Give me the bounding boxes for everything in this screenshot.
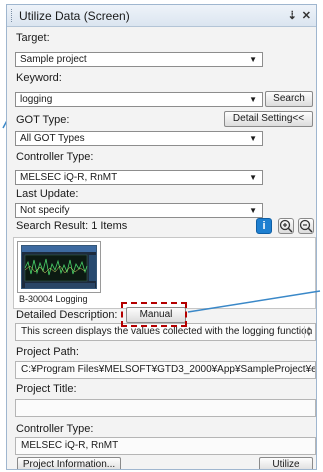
last-update-value: Not specify [20,205,70,216]
controller-type-info-field: MELSEC iQ-R, RnMT [15,437,316,455]
info-icon[interactable]: i [256,218,272,234]
scroll-spinner-icon[interactable]: ▲ ▼ [304,326,313,338]
panel-title: Utilize Data (Screen) [19,9,130,23]
last-update-select[interactable]: Not specify ▼ [15,203,263,218]
dropdown-arrow-icon: ▼ [249,55,257,64]
got-type-value: All GOT Types [20,133,85,144]
project-path-value: C:¥Program Files¥MELSOFT¥GTD3_2000¥App¥S… [21,364,315,375]
controller-type-select[interactable]: MELSEC iQ-R, RnMT ▼ [15,170,263,185]
dropdown-arrow-icon: ▼ [249,173,257,182]
project-title-field [15,399,316,417]
project-information-button[interactable]: Project Information... [17,457,121,469]
project-path-label: Project Path: [16,346,79,358]
close-icon[interactable]: ✕ [302,10,311,22]
drag-grip-icon[interactable] [11,9,14,22]
zoom-in-icon[interactable] [278,218,294,234]
got-type-label: GOT Type: [16,114,70,126]
result-item-name: B-30004 Logging [19,294,88,304]
result-thumbnail-card[interactable] [17,241,101,293]
keyword-label: Keyword: [16,72,62,84]
detailed-description-label: Detailed Description: [16,309,118,321]
pin-icon[interactable]: ⇣ [288,10,297,22]
manual-highlight-box [121,302,187,327]
project-path-field: C:¥Program Files¥MELSOFT¥GTD3_2000¥App¥S… [15,361,316,379]
search-button[interactable]: Search [265,91,313,107]
dropdown-arrow-icon: ▼ [249,206,257,215]
controller-type-info-label: Controller Type: [16,423,94,435]
callout-line-right [187,290,321,313]
controller-type-info-value: MELSEC iQ-R, RnMT [21,440,119,451]
dropdown-arrow-icon: ▼ [249,134,257,143]
controller-type-filter-label: Controller Type: [16,151,94,163]
utilize-button[interactable]: Utilize [259,457,313,469]
detailed-description-value: This screen displays the values collecte… [21,326,313,337]
target-value: Sample project [20,54,87,65]
project-title-label: Project Title: [16,383,77,395]
result-thumbnail-image [21,245,97,289]
last-update-label: Last Update: [16,188,79,200]
dropdown-arrow-icon: ▼ [249,95,257,104]
keyword-input[interactable]: logging ▼ [15,92,263,107]
controller-type-value: MELSEC iQ-R, RnMT [20,172,118,183]
target-select[interactable]: Sample project ▼ [15,52,263,67]
keyword-value: logging [20,94,53,105]
got-type-select[interactable]: All GOT Types ▼ [15,131,263,146]
search-result-label: Search Result: 1 Items [16,220,128,232]
detail-setting-button[interactable]: Detail Setting<< [224,111,313,127]
panel-titlebar[interactable]: Utilize Data (Screen) ⇣ ✕ [7,5,316,27]
utilize-data-panel: Utilize Data (Screen) ⇣ ✕ Target: Sample … [6,4,317,470]
target-label: Target: [16,32,50,44]
zoom-out-icon[interactable] [298,218,314,234]
